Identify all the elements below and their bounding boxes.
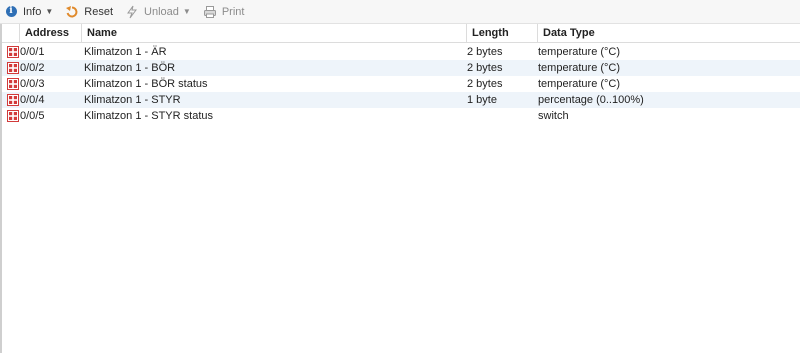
info-icon: i (4, 5, 18, 19)
chevron-down-icon: ▼ (45, 7, 54, 16)
info-button[interactable]: i Info ▼ (0, 1, 57, 23)
name-cell: Klimatzon 1 - ÄR (84, 46, 167, 58)
group-address-icon (7, 94, 19, 106)
name-cell: Klimatzon 1 - BÖR status (84, 78, 208, 90)
group-address-icon (7, 78, 19, 90)
group-address-icon (7, 62, 19, 74)
length-cell: 1 byte (467, 94, 497, 106)
column-header-data-type[interactable]: Data Type (537, 24, 800, 43)
group-address-icon (7, 46, 19, 58)
info-label: Info (23, 5, 42, 18)
length-cell: 2 bytes (467, 46, 503, 58)
table-header: Address Name Length Data Type (2, 24, 800, 43)
group-address-icon (7, 110, 19, 122)
chevron-down-icon: ▼ (182, 7, 191, 16)
length-cell: 2 bytes (467, 62, 503, 74)
table-row[interactable]: 0/0/4 Klimatzon 1 - STYR 1 byte percenta… (2, 92, 800, 108)
data-type-cell: switch (538, 110, 569, 122)
data-type-cell: temperature (°C) (538, 62, 621, 74)
data-type-cell: percentage (0..100%) (538, 94, 644, 106)
column-header-address[interactable]: Address (19, 24, 81, 43)
address-cell: 0/0/5 (20, 110, 45, 122)
header-icon-column (2, 24, 19, 43)
column-header-name[interactable]: Name (81, 24, 466, 43)
address-cell: 0/0/4 (20, 94, 45, 106)
table-row[interactable]: 0/0/2 Klimatzon 1 - BÖR 2 bytes temperat… (2, 60, 800, 76)
length-cell: 2 bytes (467, 78, 503, 90)
group-address-panel: Address Name Length Data Type 0/0/1 Klim… (0, 24, 800, 353)
reset-button[interactable]: Reset (61, 1, 117, 23)
name-cell: Klimatzon 1 - STYR (84, 94, 181, 106)
address-cell: 0/0/1 (20, 46, 45, 58)
name-cell: Klimatzon 1 - BÖR (84, 62, 176, 74)
unload-icon (125, 5, 139, 19)
column-header-length[interactable]: Length (466, 24, 537, 43)
name-cell: Klimatzon 1 - STYR status (84, 110, 213, 122)
data-type-cell: temperature (°C) (538, 46, 621, 58)
table-row[interactable]: 0/0/5 Klimatzon 1 - STYR status switch (2, 108, 800, 124)
print-label: Print (221, 5, 245, 18)
unload-button[interactable]: Unload ▼ (121, 1, 195, 23)
print-icon (203, 5, 217, 19)
table-row[interactable]: 0/0/1 Klimatzon 1 - ÄR 2 bytes temperatu… (2, 44, 800, 60)
reset-label: Reset (84, 5, 114, 18)
toolbar: i Info ▼ Reset Unload ▼ Print (0, 0, 800, 24)
unload-label: Unload (144, 5, 179, 18)
reset-icon (65, 5, 79, 19)
table-row[interactable]: 0/0/3 Klimatzon 1 - BÖR status 2 bytes t… (2, 76, 800, 92)
address-cell: 0/0/2 (20, 62, 45, 74)
address-cell: 0/0/3 (20, 78, 45, 90)
print-button[interactable]: Print (199, 1, 249, 23)
data-type-cell: temperature (°C) (538, 78, 621, 90)
